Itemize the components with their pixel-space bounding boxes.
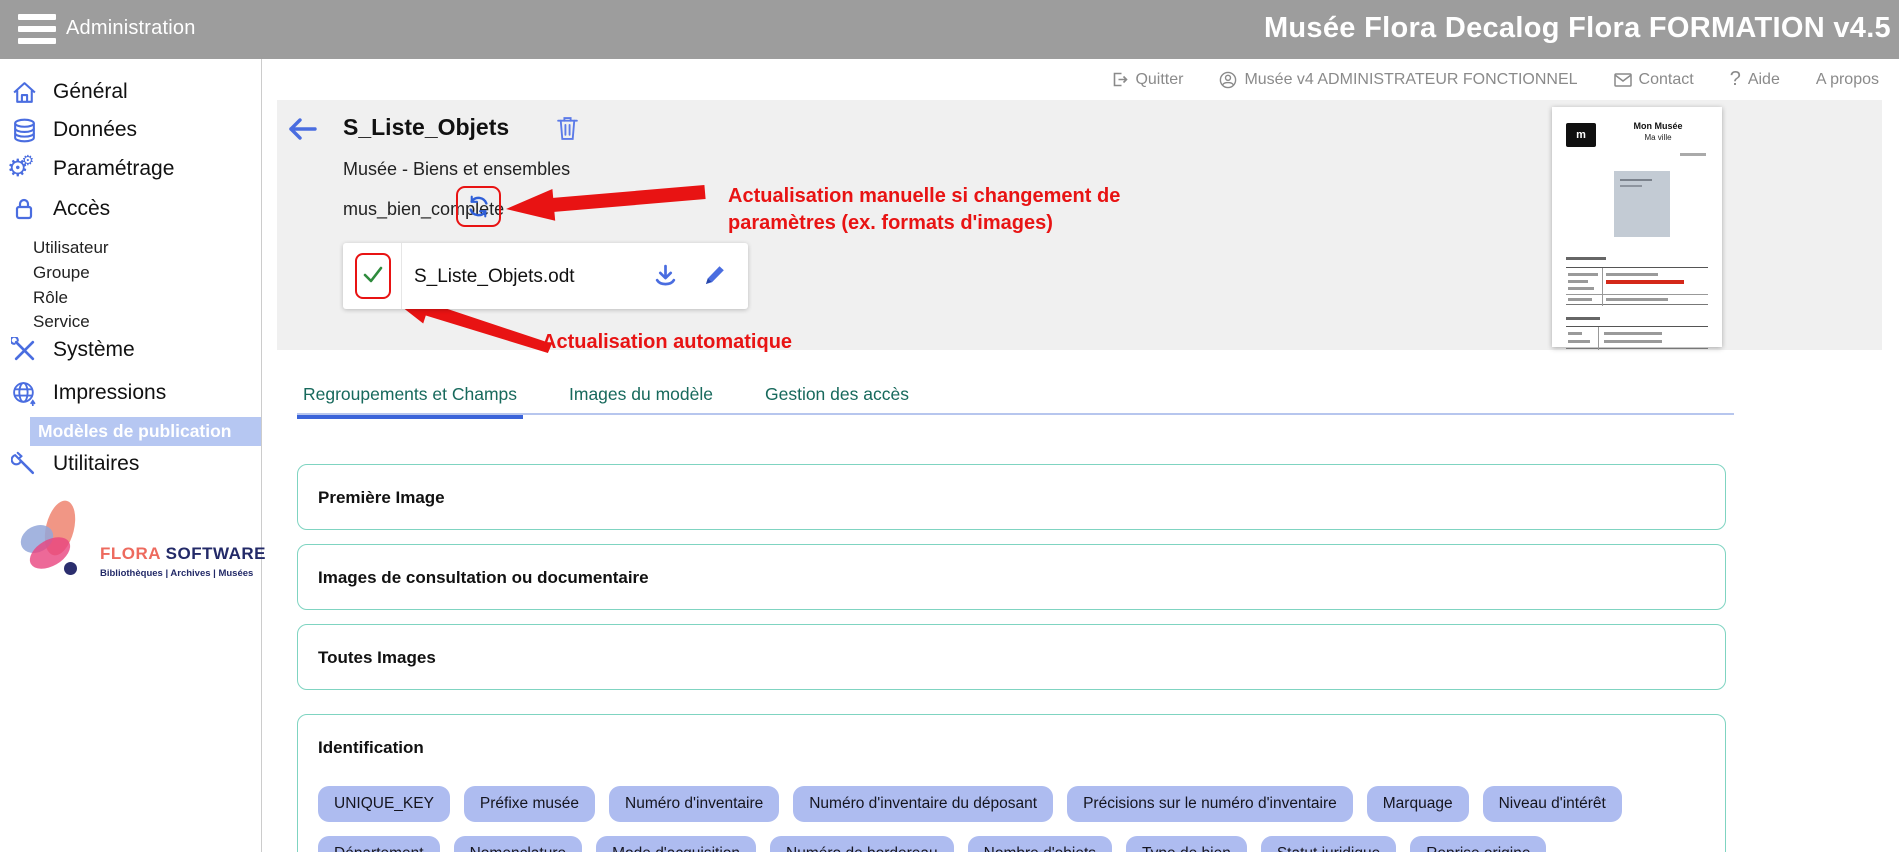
field-chip[interactable]: Statut juridique [1261,836,1396,852]
page-title: S_Liste_Objets [343,114,509,141]
product-title: Musée Flora Decalog Flora FORMATION v4.5 [1264,12,1891,45]
doc-preview-thumbnail[interactable]: m Mon Musée Ma ville [1552,107,1722,347]
tools-icon [10,336,38,364]
aide-link[interactable]: ? Aide [1730,68,1780,91]
sidebar-item-modeles-de-publication[interactable]: Modèles de publication [30,417,261,446]
header-links: Quitter Musée v4 ADMINISTRATEUR FONCTION… [277,59,1889,100]
field-chip[interactable]: Reprise origine [1410,836,1546,852]
field-chip[interactable]: Numéro d'inventaire [609,786,779,822]
doc-line [1680,153,1706,156]
file-card-divider [401,243,402,309]
annotation-box-check [355,253,391,299]
sidebar-item-general[interactable]: Général [10,78,128,106]
field-chip-row-2: Département Nomenclature Mode d'acquisit… [318,836,1705,852]
top-bar: Administration Musée Flora Decalog Flora… [0,0,1899,59]
logout-icon [1111,71,1128,88]
section-title: Identification [318,738,1705,758]
database-icon [10,116,38,144]
field-chip-row-1: UNIQUE_KEY Préfixe musée Numéro d'invent… [318,786,1705,822]
doc-table-1 [1566,267,1708,305]
contact-link[interactable]: Contact [1614,71,1694,89]
user-account-link[interactable]: Musée v4 ADMINISTRATEUR FONCTIONNEL [1219,71,1577,89]
annotation-box-refresh [456,186,501,227]
field-chip[interactable]: Précisions sur le numéro d'inventaire [1067,786,1353,822]
sidebar-item-utilitaires[interactable]: Utilitaires [10,450,139,478]
quitter-link[interactable]: Quitter [1111,71,1183,89]
doc-subtitle: Ma ville [1610,133,1706,142]
doc-logo: m [1566,123,1596,147]
field-chip[interactable]: Préfixe musée [464,786,595,822]
hamburger-menu-icon[interactable] [18,14,56,44]
lock-icon [10,195,38,223]
doc-title: Mon Musée [1610,121,1706,131]
back-arrow-button[interactable] [286,116,318,147]
wrench-icon [10,450,38,478]
sidebar-item-acces[interactable]: Accès [10,195,110,223]
a-propos-link[interactable]: A propos [1816,71,1879,89]
field-chip[interactable]: Mode d'acquisition [596,836,756,852]
section-identification[interactable]: Identification UNIQUE_KEY Préfixe musée … [297,714,1726,852]
refresh-button[interactable] [466,194,491,219]
sidebar-item-impressions[interactable]: Impressions [10,379,166,407]
envelope-icon [1614,73,1632,87]
annotation-text-auto: Actualisation automatique [542,329,792,356]
section-title: Première Image [318,488,1705,508]
doc-heading-line [1566,257,1606,260]
admin-page: Administration Musée Flora Decalog Flora… [0,0,1899,852]
sidebar-item-role[interactable]: Rôle [33,288,68,308]
field-chip[interactable]: Nomenclature [454,836,583,852]
check-icon[interactable] [361,262,385,291]
delete-button[interactable] [556,115,579,146]
doc-heading-line-2 [1566,317,1600,320]
home-icon [10,78,38,106]
field-chip[interactable]: Département [318,836,440,852]
annotation-text-manual: Actualisation manuelle si changement de … [728,183,1120,237]
brand-name: FLORA SOFTWARE [100,544,266,564]
field-chip[interactable]: UNIQUE_KEY [318,786,450,822]
sidebar-divider [261,59,262,852]
section-images-consultation[interactable]: Images de consultation ou documentaire [297,544,1726,610]
section-toutes-images[interactable]: Toutes Images [297,624,1726,690]
flora-software-logo: FLORA SOFTWARE Bibliothèques | Archives … [16,500,256,595]
section-premiere-image[interactable]: Première Image [297,464,1726,530]
brand-tagline: Bibliothèques | Archives | Musées [100,568,253,579]
sidebar-item-groupe[interactable]: Groupe [33,263,90,283]
globe-print-icon [10,379,38,407]
download-button[interactable] [653,263,678,293]
model-category: Musée - Biens et ensembles [343,159,570,180]
user-icon [1219,71,1237,89]
template-file-card: S_Liste_Objets.odt [343,243,748,309]
sidebar-item-systeme[interactable]: Système [10,336,135,364]
app-title: Administration [66,17,196,40]
file-name: S_Liste_Objets.odt [414,266,575,288]
field-chip[interactable]: Niveau d'intérêt [1483,786,1622,822]
field-chip[interactable]: Marquage [1367,786,1469,822]
section-title: Images de consultation ou documentaire [318,568,1705,588]
doc-image-placeholder [1614,171,1670,237]
sidebar-item-donnees[interactable]: Données [10,116,137,144]
sidebar-item-parametrage[interactable]: ⚙⚙ Paramétrage [10,155,174,183]
field-chip[interactable]: Numéro d'inventaire du déposant [793,786,1053,822]
field-chip[interactable]: Nombre d'objets [968,836,1112,852]
doc-table-2 [1566,326,1708,349]
logo-dot [64,562,77,575]
edit-pencil-button[interactable] [703,263,727,292]
sidebar-item-utilisateur[interactable]: Utilisateur [33,238,109,258]
field-chip[interactable]: Numéro de bordereau [770,836,954,852]
section-title: Toutes Images [318,648,1705,668]
sidebar-item-service[interactable]: Service [33,312,90,332]
question-icon: ? [1730,68,1741,91]
field-chip[interactable]: Type de bien [1126,836,1247,852]
doc-red-line [1606,280,1684,284]
tabs-underline [297,413,1734,415]
gears-icon: ⚙⚙ [10,155,38,183]
